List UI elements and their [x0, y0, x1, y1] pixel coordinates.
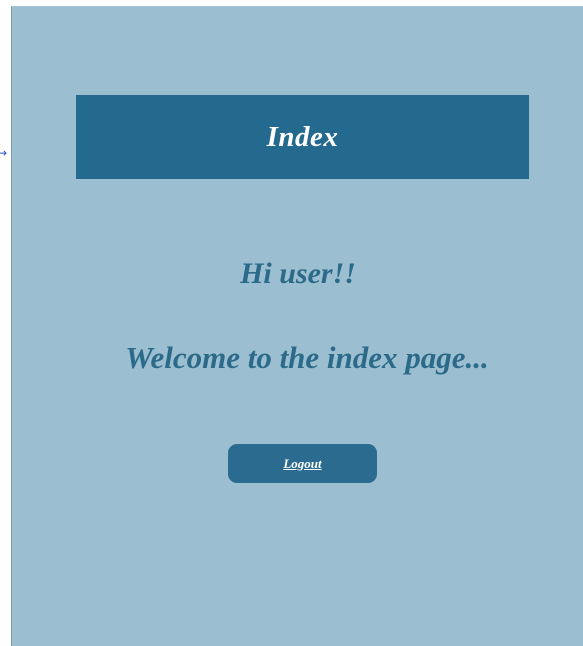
greeting-text: Hi user!!: [240, 257, 356, 290]
logout-button[interactable]: Logout: [228, 444, 377, 483]
page-canvas: → Index Hi user!! Welcome to the index p…: [0, 0, 583, 646]
page-header: Index: [76, 95, 529, 179]
welcome-message: Welcome to the index page...: [125, 340, 489, 375]
content-panel: Index Hi user!! Welcome to the index pag…: [11, 6, 583, 646]
logout-link[interactable]: Logout: [283, 456, 321, 472]
page-title: Index: [266, 120, 339, 153]
arrow-right-icon: →: [0, 146, 8, 160]
